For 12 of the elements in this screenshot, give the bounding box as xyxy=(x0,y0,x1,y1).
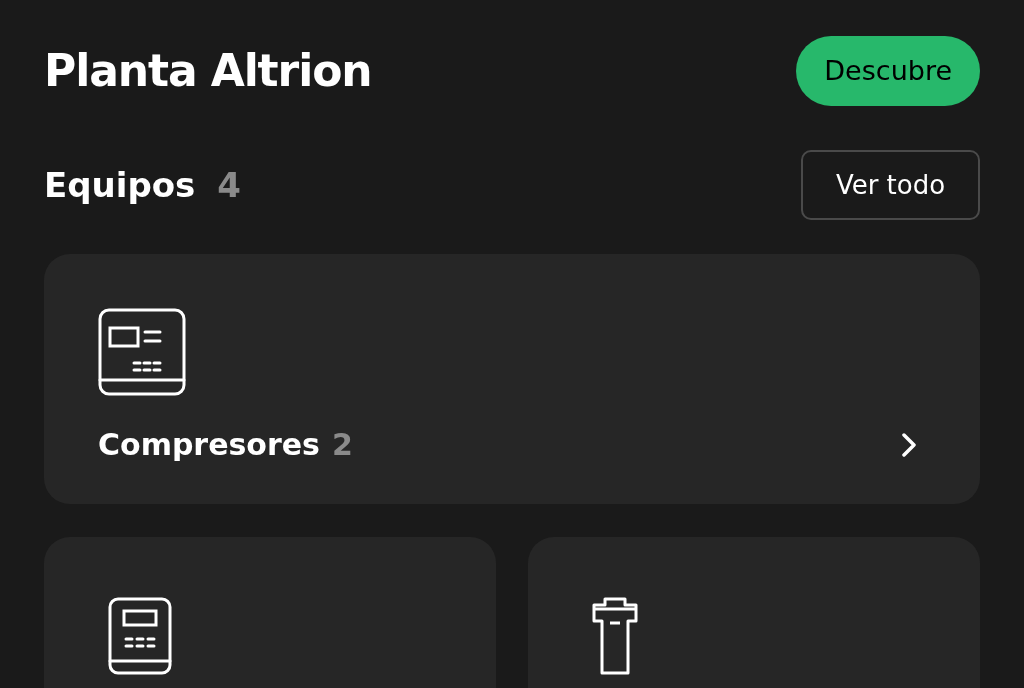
chevron-right-icon xyxy=(902,432,916,457)
tower-icon xyxy=(592,597,638,675)
section-count: 4 xyxy=(217,163,242,207)
section-title: Equipos xyxy=(44,163,196,207)
discover-button[interactable]: Descubre xyxy=(796,36,980,106)
card-label: Compresores xyxy=(98,426,320,464)
view-all-button[interactable]: Ver todo xyxy=(801,150,980,220)
page-title: Planta Altrion xyxy=(44,44,372,98)
control-panel-icon xyxy=(108,597,172,675)
equipment-card[interactable]: Compresores 2 xyxy=(44,254,980,504)
card-count: 2 xyxy=(331,426,353,464)
compressor-unit-icon xyxy=(98,308,186,396)
